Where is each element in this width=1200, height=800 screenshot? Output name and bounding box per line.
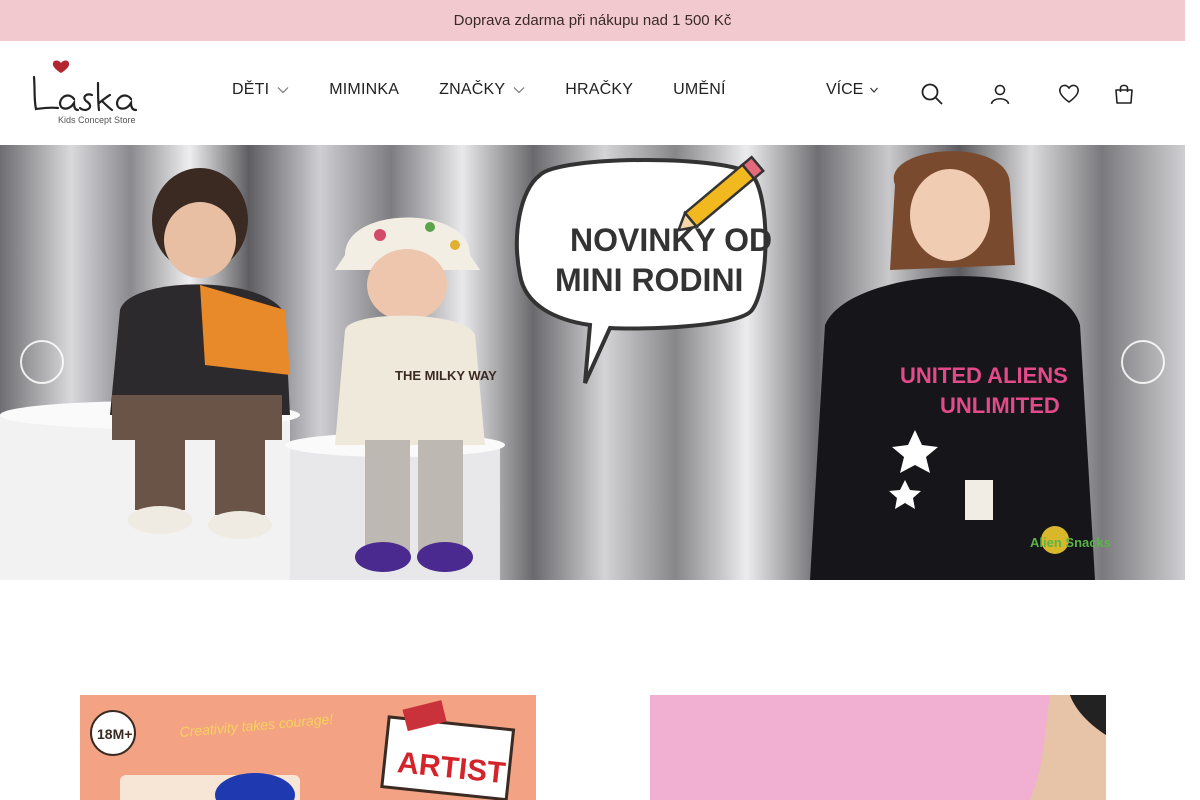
jacket-line-1: UNITED ALIENS: [900, 363, 1068, 388]
bubble-line-1: NOVINKY OD: [570, 222, 772, 258]
patch-text: Alien Snacks: [1030, 535, 1111, 550]
chevron-down-icon: [870, 87, 879, 93]
site-header: Kids Concept Store DĚTI MIMINKA ZNAČKY H…: [0, 41, 1185, 145]
age-badge: 18M+: [97, 726, 132, 742]
hero-banner[interactable]: THE MILKY WAY NOVINKY OD MINI RODINI UNI…: [0, 145, 1185, 580]
nav-item-label: UMĚNÍ: [673, 81, 726, 98]
sweater-text: THE MILKY WAY: [395, 368, 497, 383]
card-tagline: Creativity takes courage!: [179, 711, 334, 740]
bubble-line-2: MINI RODINI: [555, 262, 743, 298]
chevron-down-icon: [513, 87, 525, 94]
slider-next-button[interactable]: [1121, 340, 1165, 384]
logo-graphic: Kids Concept Store: [32, 60, 138, 125]
nav-item-label: MIMINKA: [329, 81, 400, 98]
nav-item-hracky[interactable]: HRAČKY: [565, 81, 633, 99]
logo-subtitle: Kids Concept Store: [58, 115, 136, 125]
user-icon[interactable]: [988, 82, 1012, 106]
nav-item-label: HRAČKY: [565, 81, 634, 98]
nav-item-umeni[interactable]: UMĚNÍ: [673, 81, 726, 99]
cart-icon[interactable]: [1112, 82, 1136, 106]
hero-image: THE MILKY WAY NOVINKY OD MINI RODINI UNI…: [0, 151, 1111, 580]
nav-item-znacky[interactable]: ZNAČKY: [439, 81, 525, 99]
promo-card-artist[interactable]: 18M+ Creativity takes courage! ARTIST: [80, 695, 536, 800]
logo[interactable]: Kids Concept Store: [30, 59, 175, 127]
promo-text: Doprava zdarma při nákupu nad 1 500 Kč: [453, 12, 732, 29]
slider-prev-button[interactable]: [20, 340, 64, 384]
nav-more-label: VÍCE: [826, 81, 864, 98]
jacket-line-2: UNLIMITED: [940, 393, 1060, 418]
promo-card-image: 18M+ Creativity takes courage! ARTIST: [90, 700, 516, 800]
nav-item-label: DĚTI: [232, 81, 270, 98]
nav-item-label: ZNAČKY: [439, 81, 506, 98]
chevron-down-icon: [277, 87, 289, 94]
search-icon[interactable]: [920, 82, 944, 106]
promo-card-image: [1030, 695, 1106, 800]
nav-item-deti[interactable]: DĚTI: [232, 81, 289, 99]
nav-more[interactable]: VÍCE: [826, 81, 879, 99]
promo-card-pink[interactable]: [650, 695, 1106, 800]
heart-icon[interactable]: [1057, 82, 1081, 106]
main-nav: DĚTI MIMINKA ZNAČKY HRAČKY UMĚNÍ: [232, 81, 766, 99]
promo-bar: Doprava zdarma při nákupu nad 1 500 Kč: [0, 0, 1185, 41]
nav-item-miminka[interactable]: MIMINKA: [329, 81, 399, 99]
